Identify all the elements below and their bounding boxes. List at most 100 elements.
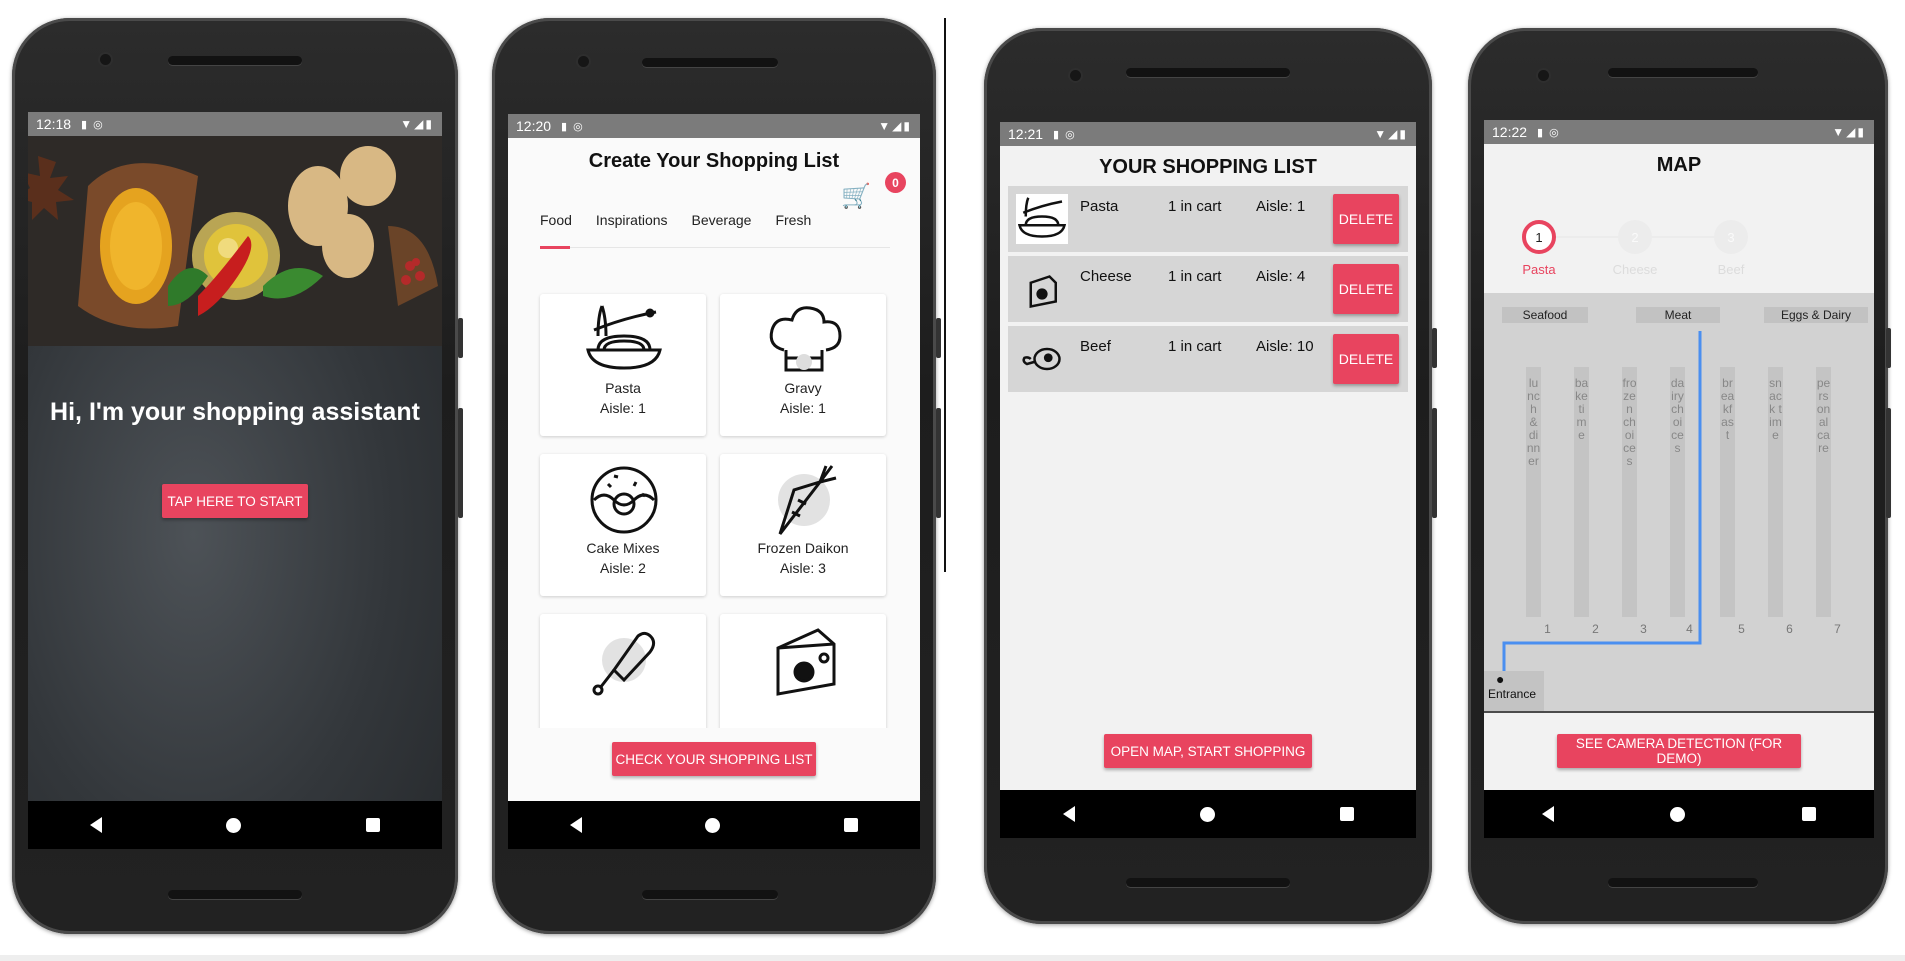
status-bar: 12:21 ▮ ◎ ▼◢▮	[1000, 122, 1416, 146]
page-title: YOUR SHOPPING LIST	[1099, 156, 1317, 178]
recents-icon[interactable]	[1339, 807, 1354, 821]
product-card-cake-mixes[interactable]: Cake Mixes Aisle: 2	[540, 454, 706, 596]
tab-food[interactable]: Food	[540, 212, 572, 228]
back-icon[interactable]	[1542, 806, 1555, 822]
item-aisle: Aisle: 1	[1256, 198, 1306, 215]
earpiece-speaker	[168, 56, 302, 65]
home-icon[interactable]	[226, 817, 242, 833]
item-quantity: 1 in cart	[1168, 338, 1222, 355]
home-icon[interactable]	[705, 817, 721, 833]
step-1[interactable]: 1	[1522, 220, 1556, 254]
side-button	[458, 408, 463, 518]
meat-icon	[1022, 347, 1061, 371]
wifi-signal-battery-icon: ▼◢▮	[400, 117, 434, 131]
sd-card-icon: ▮	[1537, 126, 1544, 139]
tab-divider	[540, 247, 890, 248]
screen-create-list: 12:20 ▮ ◎ ▼◢▮ Create Your Shopping List …	[508, 114, 920, 849]
step-label-pasta: Pasta	[1522, 262, 1556, 277]
carrot-icon	[778, 465, 837, 535]
open-map-button[interactable]: OPEN MAP, START SHOPPING	[1104, 734, 1312, 768]
product-aisle: Aisle: 2	[600, 560, 646, 576]
tap-to-start-button[interactable]: TAP HERE TO START	[162, 484, 308, 518]
screen-shopping-list: 12:21 ▮ ◎ ▼◢▮ YOUR SHOPPING LIST Pasta 1…	[1000, 122, 1416, 838]
product-name: Gravy	[784, 380, 822, 396]
bottom-strip	[0, 955, 1905, 961]
status-time: 12:22	[1492, 124, 1528, 140]
sd-card-icon: ▮	[1053, 128, 1060, 141]
page-title: Create Your Shopping List	[588, 150, 840, 172]
recents-icon[interactable]	[365, 818, 380, 832]
status-time: 12:21	[1008, 126, 1044, 142]
item-aisle: Aisle: 4	[1256, 268, 1306, 285]
product-card-pasta[interactable]: Pasta Aisle: 1	[540, 294, 706, 436]
cart-count-badge: 0	[885, 172, 906, 193]
android-nav-bar	[28, 801, 442, 849]
step-2[interactable]: 2	[1618, 220, 1652, 254]
status-time: 12:20	[516, 118, 552, 134]
status-time: 12:18	[36, 116, 72, 132]
side-button	[1886, 328, 1891, 368]
chef-hat-icon	[769, 306, 842, 372]
delete-button[interactable]: DELETE	[1333, 334, 1399, 384]
back-icon[interactable]	[1062, 806, 1075, 822]
spices-image	[28, 136, 442, 346]
cheese-icon	[1029, 275, 1057, 309]
back-icon[interactable]	[90, 817, 103, 833]
tab-beverage[interactable]: Beverage	[692, 212, 752, 228]
front-camera	[578, 56, 589, 67]
side-button	[936, 408, 941, 518]
screen-welcome: 12:18 ▮ ◎ ▼◢▮ Hi, I'm your shopping assi…	[28, 112, 442, 849]
list-item: Beef 1 in cart Aisle: 10 DELETE	[1008, 326, 1408, 392]
side-button	[1432, 328, 1437, 368]
item-name: Beef	[1080, 338, 1111, 355]
product-name: Cake Mixes	[586, 540, 660, 556]
camera-detection-button[interactable]: SEE CAMERA DETECTION (FOR DEMO)	[1557, 734, 1801, 768]
bottom-speaker	[1126, 878, 1290, 887]
tab-fresh[interactable]: Fresh	[775, 212, 811, 228]
front-camera	[100, 54, 111, 65]
product-card-frozen-daikon[interactable]: Frozen Daikon Aisle: 3	[720, 454, 886, 596]
android-nav-bar	[1000, 790, 1416, 838]
earpiece-speaker	[1126, 68, 1290, 77]
step-3[interactable]: 3	[1714, 220, 1748, 254]
step-label-cheese: Cheese	[1612, 262, 1658, 277]
side-button	[458, 318, 463, 358]
hero-background: Hi, I'm your shopping assistant	[28, 136, 442, 801]
back-icon[interactable]	[569, 817, 582, 833]
cart-icon[interactable]: 🛒	[841, 182, 871, 211]
check-list-button[interactable]: CHECK YOUR SHOPPING LIST	[612, 742, 816, 776]
list-item: Cheese 1 in cart Aisle: 4 DELETE	[1008, 256, 1408, 322]
route-path	[1502, 331, 1702, 683]
side-button	[936, 318, 941, 358]
category-tabs: Food Inspirations Beverage Fresh	[540, 212, 835, 228]
item-aisle: Aisle: 10	[1256, 338, 1314, 355]
recents-icon[interactable]	[844, 818, 859, 832]
side-button	[1886, 408, 1891, 518]
sync-icon: ◎	[1065, 128, 1075, 141]
product-card-gravy[interactable]: Gravy Aisle: 1	[720, 294, 886, 436]
side-button	[1432, 408, 1437, 518]
recents-icon[interactable]	[1801, 807, 1816, 821]
person-icon: ●	[1496, 671, 1505, 687]
status-bar: 12:18 ▮ ◎ ▼◢▮	[28, 112, 442, 136]
hero-title: Hi, I'm your shopping assistant	[50, 398, 420, 426]
front-camera	[1070, 70, 1081, 81]
bottom-speaker	[1608, 878, 1758, 887]
divider-line	[944, 18, 946, 572]
sync-icon: ◎	[1549, 126, 1559, 139]
tab-inspirations[interactable]: Inspirations	[596, 212, 668, 228]
earpiece-speaker	[642, 58, 778, 67]
sd-card-icon: ▮	[81, 118, 88, 131]
delete-button[interactable]: DELETE	[1333, 194, 1399, 244]
cheese-icon	[776, 628, 836, 696]
android-nav-bar	[508, 801, 920, 849]
home-icon[interactable]	[1670, 806, 1686, 822]
phone-welcome: 12:18 ▮ ◎ ▼◢▮ Hi, I'm your shopping assi…	[12, 18, 463, 934]
home-icon[interactable]	[1199, 806, 1215, 822]
entrance-label: Entrance	[1488, 687, 1537, 701]
phone-map: 12:22 ▮ ◎ ▼◢▮ MAP 1 2 3 Pasta Cheese Bee…	[1468, 28, 1891, 924]
page-title: MAP	[1656, 154, 1702, 176]
delete-button[interactable]: DELETE	[1333, 264, 1399, 314]
status-bar: 12:22 ▮ ◎ ▼◢▮	[1484, 120, 1874, 144]
pasta-icon	[1016, 194, 1068, 244]
